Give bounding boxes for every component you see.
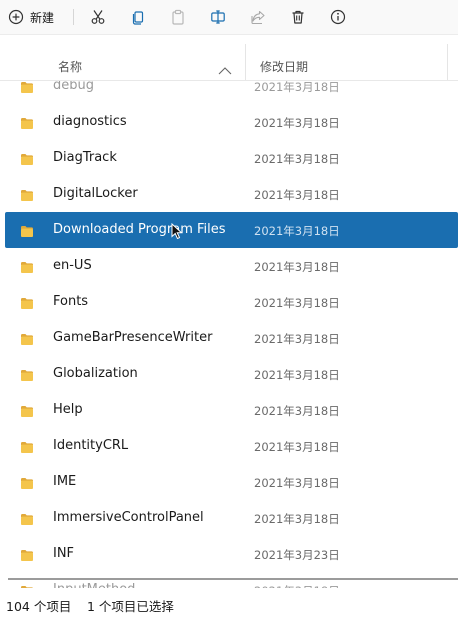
file-name: debug (53, 81, 94, 93)
file-name: Fonts (53, 294, 89, 309)
folder-icon (20, 81, 34, 98)
file-name: DiagTrack (53, 150, 117, 165)
folder-icon (20, 475, 34, 494)
file-date-modified: 2021年3月23日 (254, 548, 340, 562)
cut-button[interactable] (84, 0, 112, 34)
file-name: InputMethod (53, 582, 135, 588)
column-header-bar: 名称 修改日期 (0, 44, 458, 81)
file-date-modified: 2021年3月18日 (254, 512, 340, 526)
file-name: Help (53, 402, 83, 417)
column-divider[interactable] (245, 44, 246, 80)
folder-icon (20, 583, 34, 588)
column-header-name[interactable]: 名称 (58, 58, 82, 75)
file-name: Globalization (53, 366, 138, 381)
file-name: IdentityCRL (53, 438, 129, 453)
properties-button[interactable] (324, 0, 352, 34)
file-name: diagnostics (53, 114, 127, 129)
file-date-modified: 2021年3月18日 (254, 332, 340, 346)
sort-ascending-icon (218, 60, 232, 79)
file-row[interactable]: IME 2021年3月18日 (0, 464, 458, 500)
file-date-modified: 2021年3月18日 (254, 476, 340, 490)
copy-button[interactable] (124, 0, 152, 34)
folder-icon (20, 511, 34, 530)
folder-icon (20, 439, 34, 458)
toolbar-divider (73, 9, 74, 25)
folder-icon (20, 187, 34, 206)
file-name: en-US (53, 258, 92, 273)
folder-icon (20, 151, 34, 170)
folder-icon (20, 223, 34, 242)
rename-icon (210, 9, 226, 25)
status-bar: 104 个项目 1 个项目已选择 (0, 589, 458, 617)
file-date-modified: 2021年3月18日 (254, 404, 340, 418)
delete-button[interactable] (284, 0, 312, 34)
file-row[interactable]: Downloaded Program Files 2021年3月18日 (0, 212, 458, 248)
file-row[interactable]: Globalization 2021年3月18日 (0, 356, 458, 392)
folder-icon (20, 331, 34, 350)
file-name: DigitalLocker (53, 186, 138, 201)
share-button[interactable] (244, 0, 272, 34)
file-date-modified: 2021年3月18日 (254, 224, 340, 238)
file-row[interactable]: ImmersiveControlPanel 2021年3月18日 (0, 500, 458, 536)
folder-icon (20, 259, 34, 278)
copy-icon (130, 9, 146, 25)
file-row[interactable]: Fonts 2021年3月18日 (0, 284, 458, 320)
file-row[interactable]: INF 2021年3月23日 (0, 536, 458, 572)
file-date-modified: 2021年3月18日 (254, 368, 340, 382)
mouse-cursor-icon (171, 222, 183, 243)
cut-icon (90, 9, 106, 25)
file-date-modified: 2021年3月18日 (254, 188, 340, 202)
file-row[interactable]: DiagTrack 2021年3月18日 (0, 140, 458, 176)
horizontal-scrollbar[interactable] (8, 578, 458, 580)
file-row[interactable]: GameBarPresenceWriter 2021年3月18日 (0, 320, 458, 356)
file-row[interactable]: InputMethod 2021年3月18日 (0, 572, 458, 588)
column-header-date-modified[interactable]: 修改日期 (260, 58, 308, 75)
file-name: GameBarPresenceWriter (53, 330, 213, 345)
file-name: INF (53, 546, 75, 561)
rename-button[interactable] (204, 0, 232, 34)
file-list: debug 2021年3月18日 diagnostics 2021年3月18日 Diag… (0, 81, 458, 588)
file-name: Downloaded Program Files (53, 222, 226, 237)
folder-icon (20, 403, 34, 422)
file-row[interactable]: DigitalLocker 2021年3月18日 (0, 176, 458, 212)
new-plus-icon (8, 9, 24, 25)
file-rows: debug 2021年3月18日 diagnostics 2021年3月18日 Diag… (0, 81, 458, 588)
file-date-modified: 2021年3月18日 (254, 440, 340, 454)
paste-button[interactable] (164, 0, 192, 34)
share-icon (250, 9, 266, 25)
new-button-label: 新建 (30, 10, 55, 25)
command-bar: 新建 (0, 0, 458, 35)
file-name: IME (53, 474, 77, 489)
file-row[interactable]: diagnostics 2021年3月18日 (0, 104, 458, 140)
file-row[interactable]: IdentityCRL 2021年3月18日 (0, 428, 458, 464)
delete-icon (290, 9, 306, 25)
folder-icon (20, 367, 34, 386)
column-divider[interactable] (447, 44, 448, 80)
file-date-modified: 2021年3月18日 (254, 296, 340, 310)
status-item-count: 104 个项目 (6, 599, 72, 614)
new-button[interactable]: 新建 (8, 0, 68, 34)
file-row[interactable]: en-US 2021年3月18日 (0, 248, 458, 284)
folder-icon (20, 295, 34, 314)
file-date-modified: 2021年3月18日 (254, 81, 340, 94)
file-date-modified: 2021年3月18日 (254, 152, 340, 166)
status-selection-count: 1 个项目已选择 (87, 599, 174, 614)
paste-icon (170, 9, 186, 25)
file-date-modified: 2021年3月18日 (254, 260, 340, 274)
folder-icon (20, 115, 34, 134)
file-date-modified: 2021年3月18日 (254, 116, 340, 130)
file-row[interactable]: debug 2021年3月18日 (0, 81, 458, 104)
file-date-modified: 2021年3月18日 (254, 583, 340, 588)
file-name: ImmersiveControlPanel (53, 510, 204, 525)
folder-icon (20, 547, 34, 566)
properties-icon (330, 9, 346, 25)
file-row[interactable]: Help 2021年3月18日 (0, 392, 458, 428)
